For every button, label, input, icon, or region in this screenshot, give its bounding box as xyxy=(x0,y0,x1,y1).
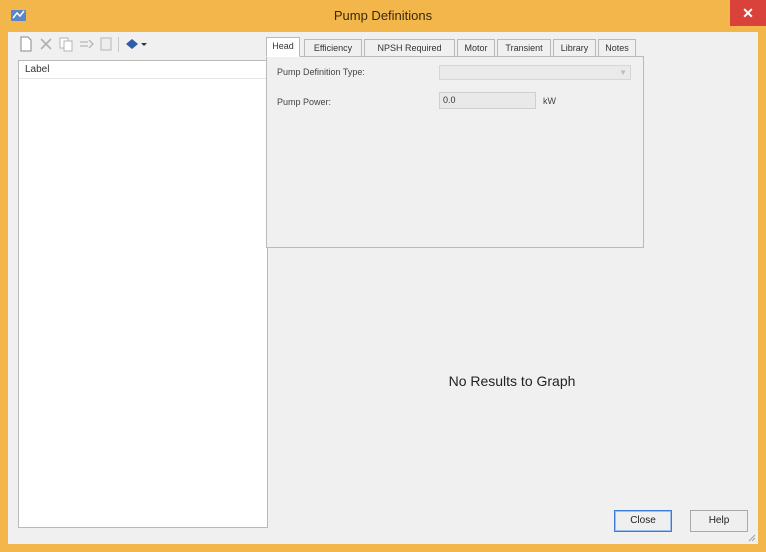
tab-notes[interactable]: Notes xyxy=(598,39,636,56)
close-window-button[interactable]: ✕ xyxy=(730,0,766,26)
synchronize-icon[interactable] xyxy=(124,36,148,52)
tab-efficiency[interactable]: Efficiency xyxy=(304,39,362,56)
dialog-body: Label Head Efficiency NPSH Required Moto… xyxy=(8,32,758,544)
pump-power-unit[interactable]: kW xyxy=(543,96,556,106)
head-curve-graph: No Results to Graph xyxy=(266,250,758,512)
report-icon[interactable] xyxy=(98,36,114,52)
resize-grip-icon[interactable] xyxy=(746,532,756,542)
title-bar[interactable]: Pump Definitions ✕ xyxy=(0,0,766,32)
tab-npsh-required[interactable]: NPSH Required xyxy=(364,39,455,56)
pump-definition-type-label: Pump Definition Type: xyxy=(277,67,365,77)
pump-power-label: Pump Power: xyxy=(277,97,332,107)
toolbar-separator xyxy=(118,37,119,52)
delete-icon[interactable] xyxy=(38,36,54,52)
tab-motor[interactable]: Motor xyxy=(457,39,495,56)
copy-icon[interactable] xyxy=(58,36,74,52)
tab-transient[interactable]: Transient xyxy=(497,39,551,56)
new-icon[interactable] xyxy=(18,36,34,52)
tab-library[interactable]: Library xyxy=(553,39,596,56)
help-button[interactable]: Help xyxy=(690,510,748,532)
list-header-label[interactable]: Label xyxy=(19,61,267,79)
toolbar xyxy=(16,34,266,56)
graph-message: No Results to Graph xyxy=(448,373,576,389)
pump-power-input[interactable]: 0.0 xyxy=(439,92,536,109)
rename-icon[interactable] xyxy=(78,36,94,52)
tab-strip: Head Efficiency NPSH Required Motor Tran… xyxy=(266,37,666,57)
pump-definition-type-dropdown[interactable]: ▼ xyxy=(439,65,631,80)
tab-head[interactable]: Head xyxy=(266,37,300,57)
close-button[interactable]: Close xyxy=(614,510,672,532)
window-title: Pump Definitions xyxy=(333,8,433,23)
chevron-down-icon: ▼ xyxy=(619,68,627,77)
pump-definition-list[interactable]: Label xyxy=(18,60,268,528)
head-tab-page: Pump Definition Type: ▼ Pump Power: 0.0 … xyxy=(266,56,644,248)
